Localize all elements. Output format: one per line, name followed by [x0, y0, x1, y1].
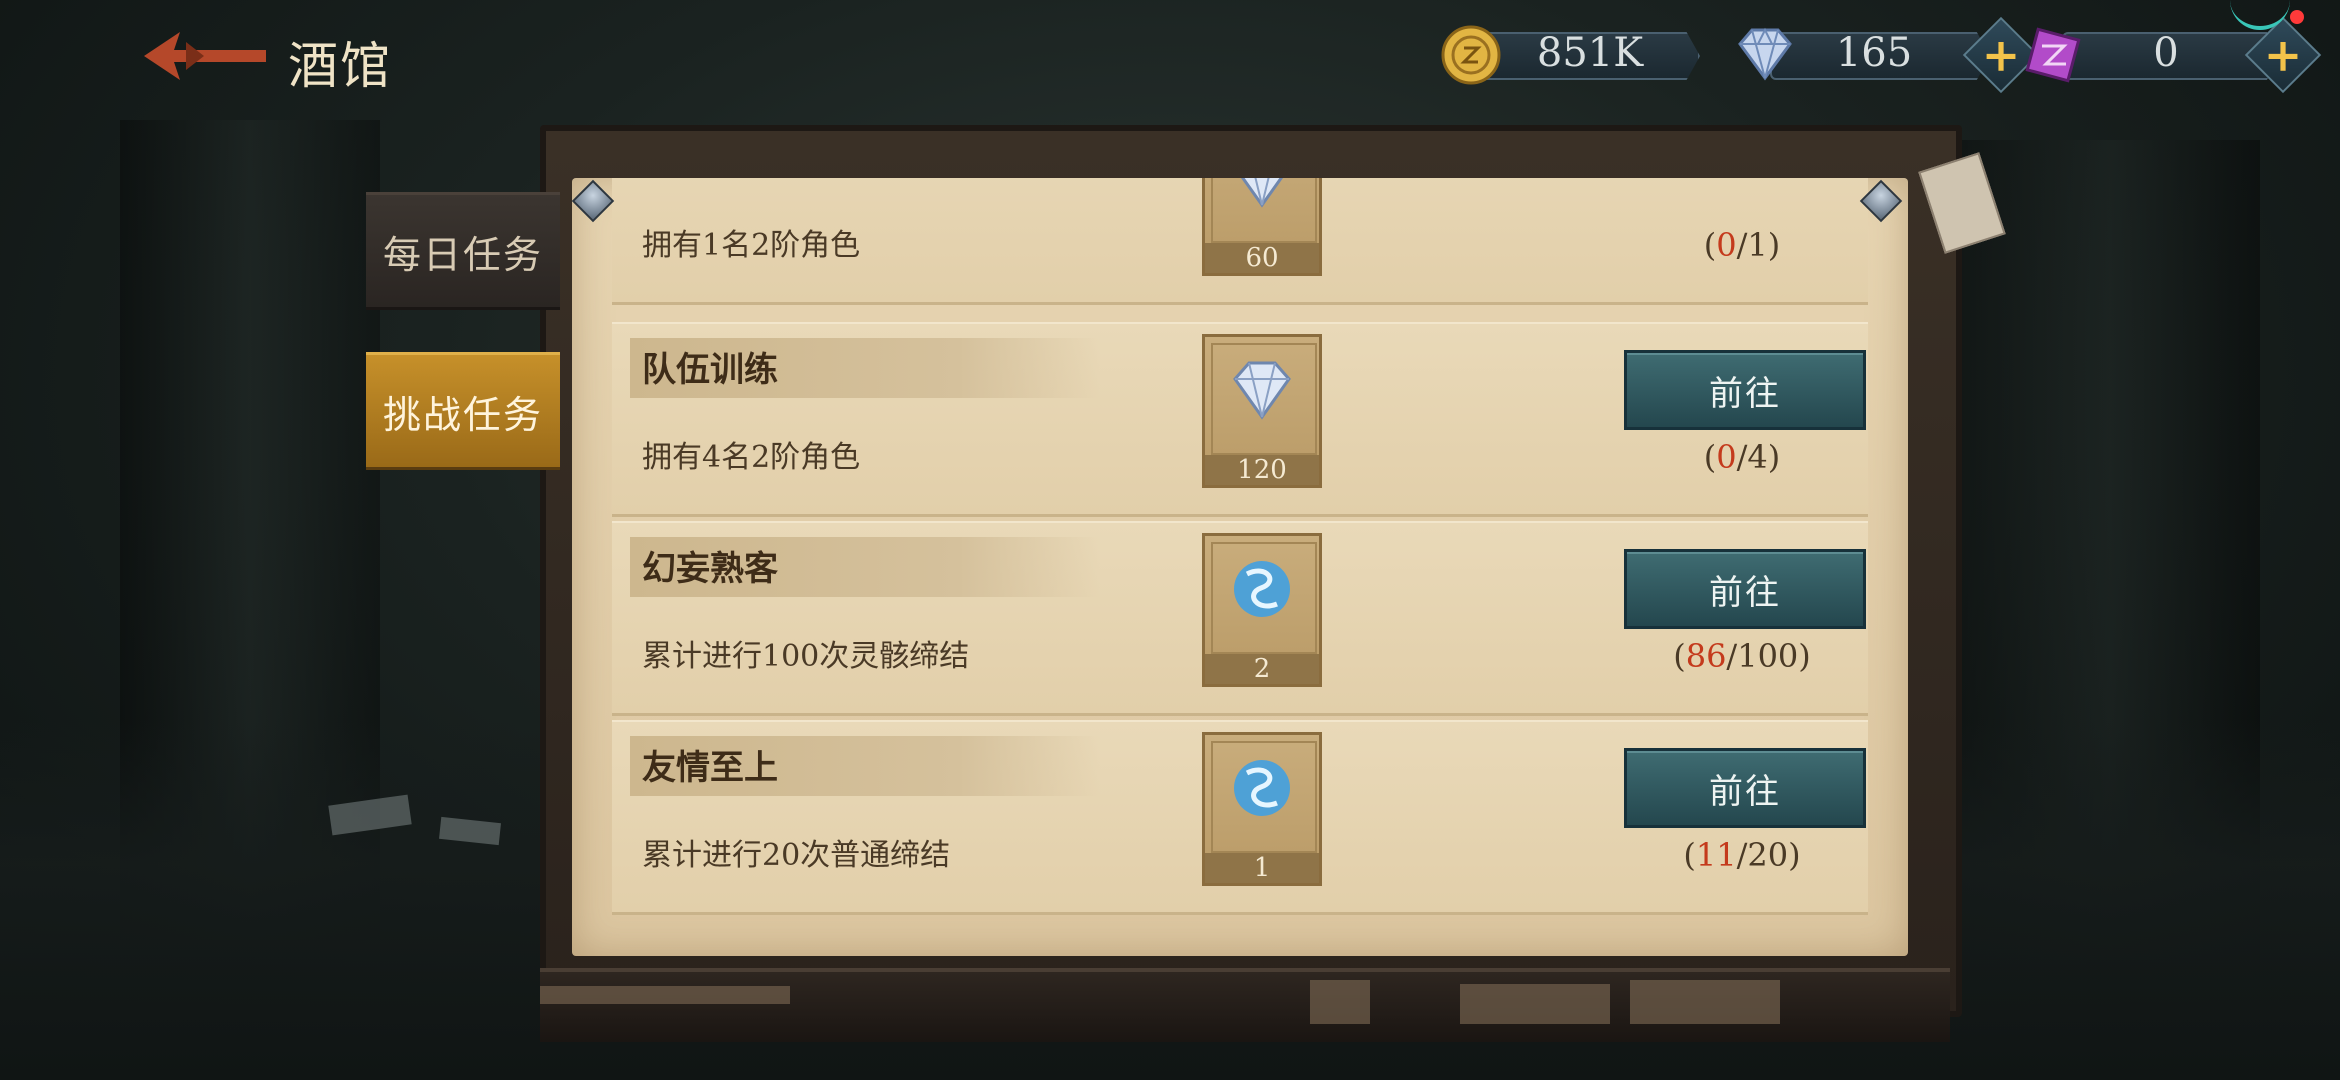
gold-coin-icon [1441, 25, 1501, 85]
reward-card: 2 [1202, 533, 1322, 687]
go-button-label: 前往 [1709, 572, 1781, 613]
shelf-figures [1630, 980, 1780, 1024]
diamond-value: 165 [1835, 30, 1913, 76]
notification-dot [2290, 10, 2304, 24]
gold-counter: 851K [1440, 24, 1700, 85]
reward-card: 120 [1202, 334, 1322, 488]
blue-spirit-icon [1234, 760, 1290, 816]
crystal-value: 0 [2153, 30, 2179, 76]
progress-total: /1) [1736, 226, 1781, 264]
progress-current: 0 [1716, 438, 1737, 476]
progress-open: ( [1703, 226, 1717, 264]
task-list-paper: 拥有1名2阶角色 60 前往 (0/1) 队伍训练 拥有4名2阶角色 [572, 178, 1908, 956]
task-row: 队伍训练 拥有4名2阶角色 120 前往 (0/4) [612, 322, 1868, 517]
task-name: 幻妄熟客 [642, 549, 778, 589]
task-description: 拥有1名2阶角色 [642, 228, 861, 263]
shelf-bottles [1460, 984, 1610, 1024]
task-description: 累计进行20次普通缔结 [642, 838, 951, 873]
reward-count: 1 [1205, 853, 1319, 883]
progress-total: /4) [1736, 438, 1781, 476]
progress-open: ( [1683, 836, 1696, 874]
progress-total: /100) [1726, 637, 1811, 675]
diamond-icon [1240, 178, 1284, 208]
plus-icon: + [1981, 28, 2021, 82]
diamond-icon [1233, 361, 1291, 420]
purple-crystal-icon [2025, 27, 2081, 83]
tab-challenge-tasks[interactable]: 挑战任务 [366, 352, 560, 470]
progress-current: 86 [1685, 637, 1727, 675]
reward-count: 120 [1205, 455, 1319, 485]
task-name: 友情至上 [642, 748, 778, 788]
go-button[interactable]: 前往 [1624, 748, 1866, 828]
task-row: 友情至上 累计进行20次普通缔结 1 前往 (11/20) [612, 720, 1868, 915]
task-row: 幻妄熟客 累计进行100次灵骸缔结 2 前往 (86/100) [612, 521, 1868, 716]
back-button[interactable] [140, 24, 270, 88]
reward-card: 1 [1202, 732, 1322, 886]
tab-label: 挑战任务 [382, 392, 543, 437]
task-progress: (11/20) [1624, 836, 1860, 874]
board-shelf [540, 968, 1950, 1042]
task-progress: (0/4) [1624, 438, 1860, 476]
diamond-counter: 165 + [1734, 16, 2040, 94]
back-arrow-icon [144, 32, 266, 80]
go-button[interactable]: 前往 [1624, 549, 1866, 629]
progress-total: /20) [1736, 836, 1801, 874]
task-progress: (0/1) [1624, 226, 1860, 264]
crystal-counter: 0 + [2022, 16, 2322, 94]
progress-open: ( [1673, 637, 1686, 675]
go-button[interactable]: 前往 [1624, 350, 1866, 430]
diamond-icon [1738, 27, 1792, 81]
go-button-label: 前往 [1709, 771, 1781, 812]
reward-count: 2 [1205, 654, 1319, 684]
progress-current: 0 [1716, 226, 1737, 264]
reward-card: 60 [1202, 178, 1322, 276]
task-description: 拥有4名2阶角色 [642, 440, 861, 475]
progress-open: ( [1703, 438, 1717, 476]
blue-spirit-icon [1234, 561, 1290, 617]
reward-count: 60 [1205, 243, 1319, 273]
progress-current: 11 [1695, 836, 1737, 874]
page-title: 酒馆 [288, 37, 392, 95]
plus-icon: + [2263, 28, 2303, 82]
task-name: 队伍训练 [642, 350, 778, 390]
go-button-label: 前往 [1709, 373, 1781, 414]
tab-daily-tasks[interactable]: 每日任务 [366, 192, 560, 310]
task-description: 累计进行100次灵骸缔结 [642, 639, 970, 674]
task-progress: (86/100) [1624, 637, 1860, 675]
shelf-decoration [540, 986, 790, 1004]
task-row: 拥有1名2阶角色 60 前往 (0/1) [612, 178, 1868, 305]
tab-label: 每日任务 [382, 232, 543, 277]
gold-value: 851K [1536, 30, 1644, 76]
shelf-books [1310, 980, 1370, 1024]
